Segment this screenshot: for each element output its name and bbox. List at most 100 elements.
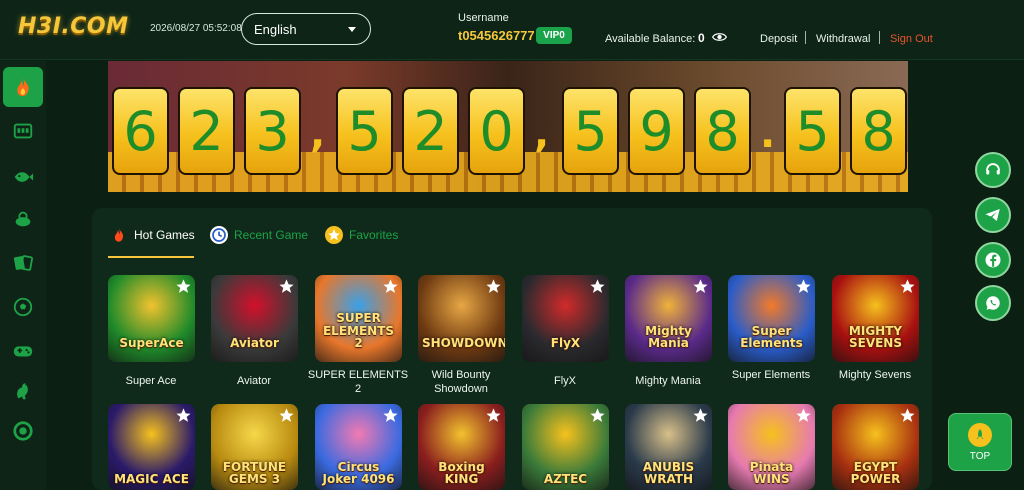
whatsapp-button[interactable] — [975, 285, 1011, 321]
game-tile[interactable]: SUPER ELEMENTS 2 — [315, 275, 402, 362]
game-name[interactable]: SUPER ELEMENTS 2 — [306, 369, 410, 397]
game-tile[interactable]: ANUBIS WRATH — [625, 404, 712, 490]
game-tile[interactable]: AZTEC — [522, 404, 609, 490]
fire-icon — [17, 77, 29, 97]
game-tile-title: MAGIC ACE — [114, 472, 189, 487]
favorite-star-icon[interactable] — [589, 407, 606, 424]
language-value: English — [254, 21, 297, 37]
jackpot-digit: 9 — [628, 87, 685, 175]
balance-value: 0 — [698, 31, 705, 45]
game-tile-title: FORTUNE GEMS 3 — [222, 459, 287, 487]
favorite-star-icon[interactable] — [485, 278, 502, 295]
game-name[interactable]: Wild Bounty Showdown — [409, 369, 513, 397]
game-tile[interactable]: FlyX — [522, 275, 609, 362]
lottery-icon — [15, 211, 31, 227]
game-tile[interactable]: FORTUNE GEMS 3 — [211, 404, 298, 490]
sign-out-link[interactable]: Sign Out — [890, 33, 933, 45]
game-tile[interactable]: Aviator — [211, 275, 298, 362]
sidebar-item-sports[interactable] — [3, 287, 43, 327]
favorite-star-icon[interactable] — [382, 278, 399, 295]
game-tile[interactable]: SHOWDOWN — [418, 275, 505, 362]
cards-icon — [13, 255, 33, 271]
game-tile-title: Circus Joker 4096 — [322, 459, 395, 487]
favorite-star-icon[interactable] — [278, 278, 295, 295]
jackpot-digit: 5 — [336, 87, 393, 175]
game-tile-title: SUPER ELEMENTS 2 — [322, 311, 395, 351]
current-datetime: 2026/08/27 05:52:08 — [150, 23, 242, 34]
tab-hot-games[interactable]: Hot Games — [110, 226, 195, 244]
favorite-star-icon[interactable] — [795, 407, 812, 424]
favorite-star-icon[interactable] — [175, 407, 192, 424]
sidebar-item-lottery[interactable] — [3, 199, 43, 239]
game-tile-title: ANUBIS WRATH — [642, 459, 695, 487]
sidebar-item-slots[interactable] — [3, 111, 43, 151]
fish-icon — [14, 172, 34, 182]
game-tile-title: FlyX — [550, 336, 581, 351]
favorite-star-icon[interactable] — [278, 407, 295, 424]
game-name[interactable]: Super Elements — [719, 369, 823, 383]
game-name[interactable]: Mighty Mania — [616, 375, 720, 389]
game-tile[interactable]: Super Elements — [728, 275, 815, 362]
jackpot-digit: 0 — [468, 87, 525, 175]
game-tile-title: EGYPT POWER — [850, 459, 901, 487]
deposit-link[interactable]: Deposit — [760, 33, 797, 45]
game-tile-title: SHOWDOWN — [422, 336, 505, 351]
clock-icon — [210, 226, 228, 244]
favorite-star-icon[interactable] — [899, 407, 916, 424]
soccer-ball-icon — [13, 297, 33, 317]
sidebar-item-hot[interactable] — [3, 67, 43, 107]
facebook-button[interactable] — [975, 242, 1011, 278]
sidebar-item-casino[interactable] — [3, 411, 43, 451]
telegram-button[interactable] — [975, 197, 1011, 233]
rocket-icon — [968, 422, 992, 447]
customer-support-button[interactable] — [975, 152, 1011, 188]
jackpot-digit: 6 — [112, 87, 169, 175]
jackpot-digit: 2 — [178, 87, 235, 175]
favorite-star-icon[interactable] — [175, 278, 192, 295]
favorite-star-icon[interactable] — [899, 278, 916, 295]
back-to-top-button[interactable]: TOP — [948, 413, 1012, 471]
divider — [805, 31, 806, 44]
withdrawal-link[interactable]: Withdrawal — [816, 33, 870, 45]
game-tile[interactable]: SuperAce — [108, 275, 195, 362]
game-tile[interactable]: EGYPT POWER — [832, 404, 919, 490]
star-icon — [325, 226, 343, 244]
favorite-star-icon[interactable] — [692, 407, 709, 424]
tab-favorites[interactable]: Favorites — [325, 226, 398, 244]
chevron-down-icon — [348, 26, 356, 32]
gamepad-icon — [13, 346, 33, 357]
whatsapp-icon — [986, 296, 1000, 310]
username-value: t0545626777 — [458, 28, 535, 43]
jackpot-digit: 5 — [562, 87, 619, 175]
jackpot-separator: . — [760, 111, 776, 157]
favorite-star-icon[interactable] — [795, 278, 812, 295]
favorite-star-icon[interactable] — [485, 407, 502, 424]
game-tile[interactable]: Mighty Mania — [625, 275, 712, 362]
sidebar-item-cockfight[interactable] — [3, 371, 43, 411]
game-tile[interactable]: Boxing KING — [418, 404, 505, 490]
game-tile[interactable]: Circus Joker 4096 — [315, 404, 402, 490]
chip-icon — [13, 421, 33, 441]
game-tile[interactable]: MIGHTY SEVENS — [832, 275, 919, 362]
game-tile[interactable]: MAGIC ACE — [108, 404, 195, 490]
game-name[interactable]: Mighty Sevens — [823, 369, 927, 383]
sidebar-item-games[interactable] — [3, 331, 43, 371]
favorite-star-icon[interactable] — [589, 278, 606, 295]
site-logo[interactable]: H3I.COM — [18, 14, 129, 39]
game-name[interactable]: Super Ace — [99, 375, 203, 389]
balance-label: Available Balance: — [605, 33, 696, 45]
favorite-star-icon[interactable] — [692, 278, 709, 295]
game-tile[interactable]: Pinata WINS — [728, 404, 815, 490]
game-tile-title: Mighty Mania — [645, 323, 692, 351]
game-name[interactable]: FlyX — [513, 375, 617, 389]
slot-machine-icon — [13, 123, 33, 139]
eye-icon[interactable] — [712, 31, 727, 43]
sidebar-item-cards[interactable] — [3, 243, 43, 283]
game-name[interactable]: Aviator — [202, 375, 306, 389]
language-select[interactable]: English — [241, 13, 371, 45]
tab-recent-game[interactable]: Recent Game — [210, 226, 308, 244]
favorite-star-icon[interactable] — [382, 407, 399, 424]
game-tile-title: SuperAce — [119, 336, 184, 351]
facebook-icon — [985, 252, 1001, 268]
sidebar-item-fishing[interactable] — [3, 157, 43, 197]
